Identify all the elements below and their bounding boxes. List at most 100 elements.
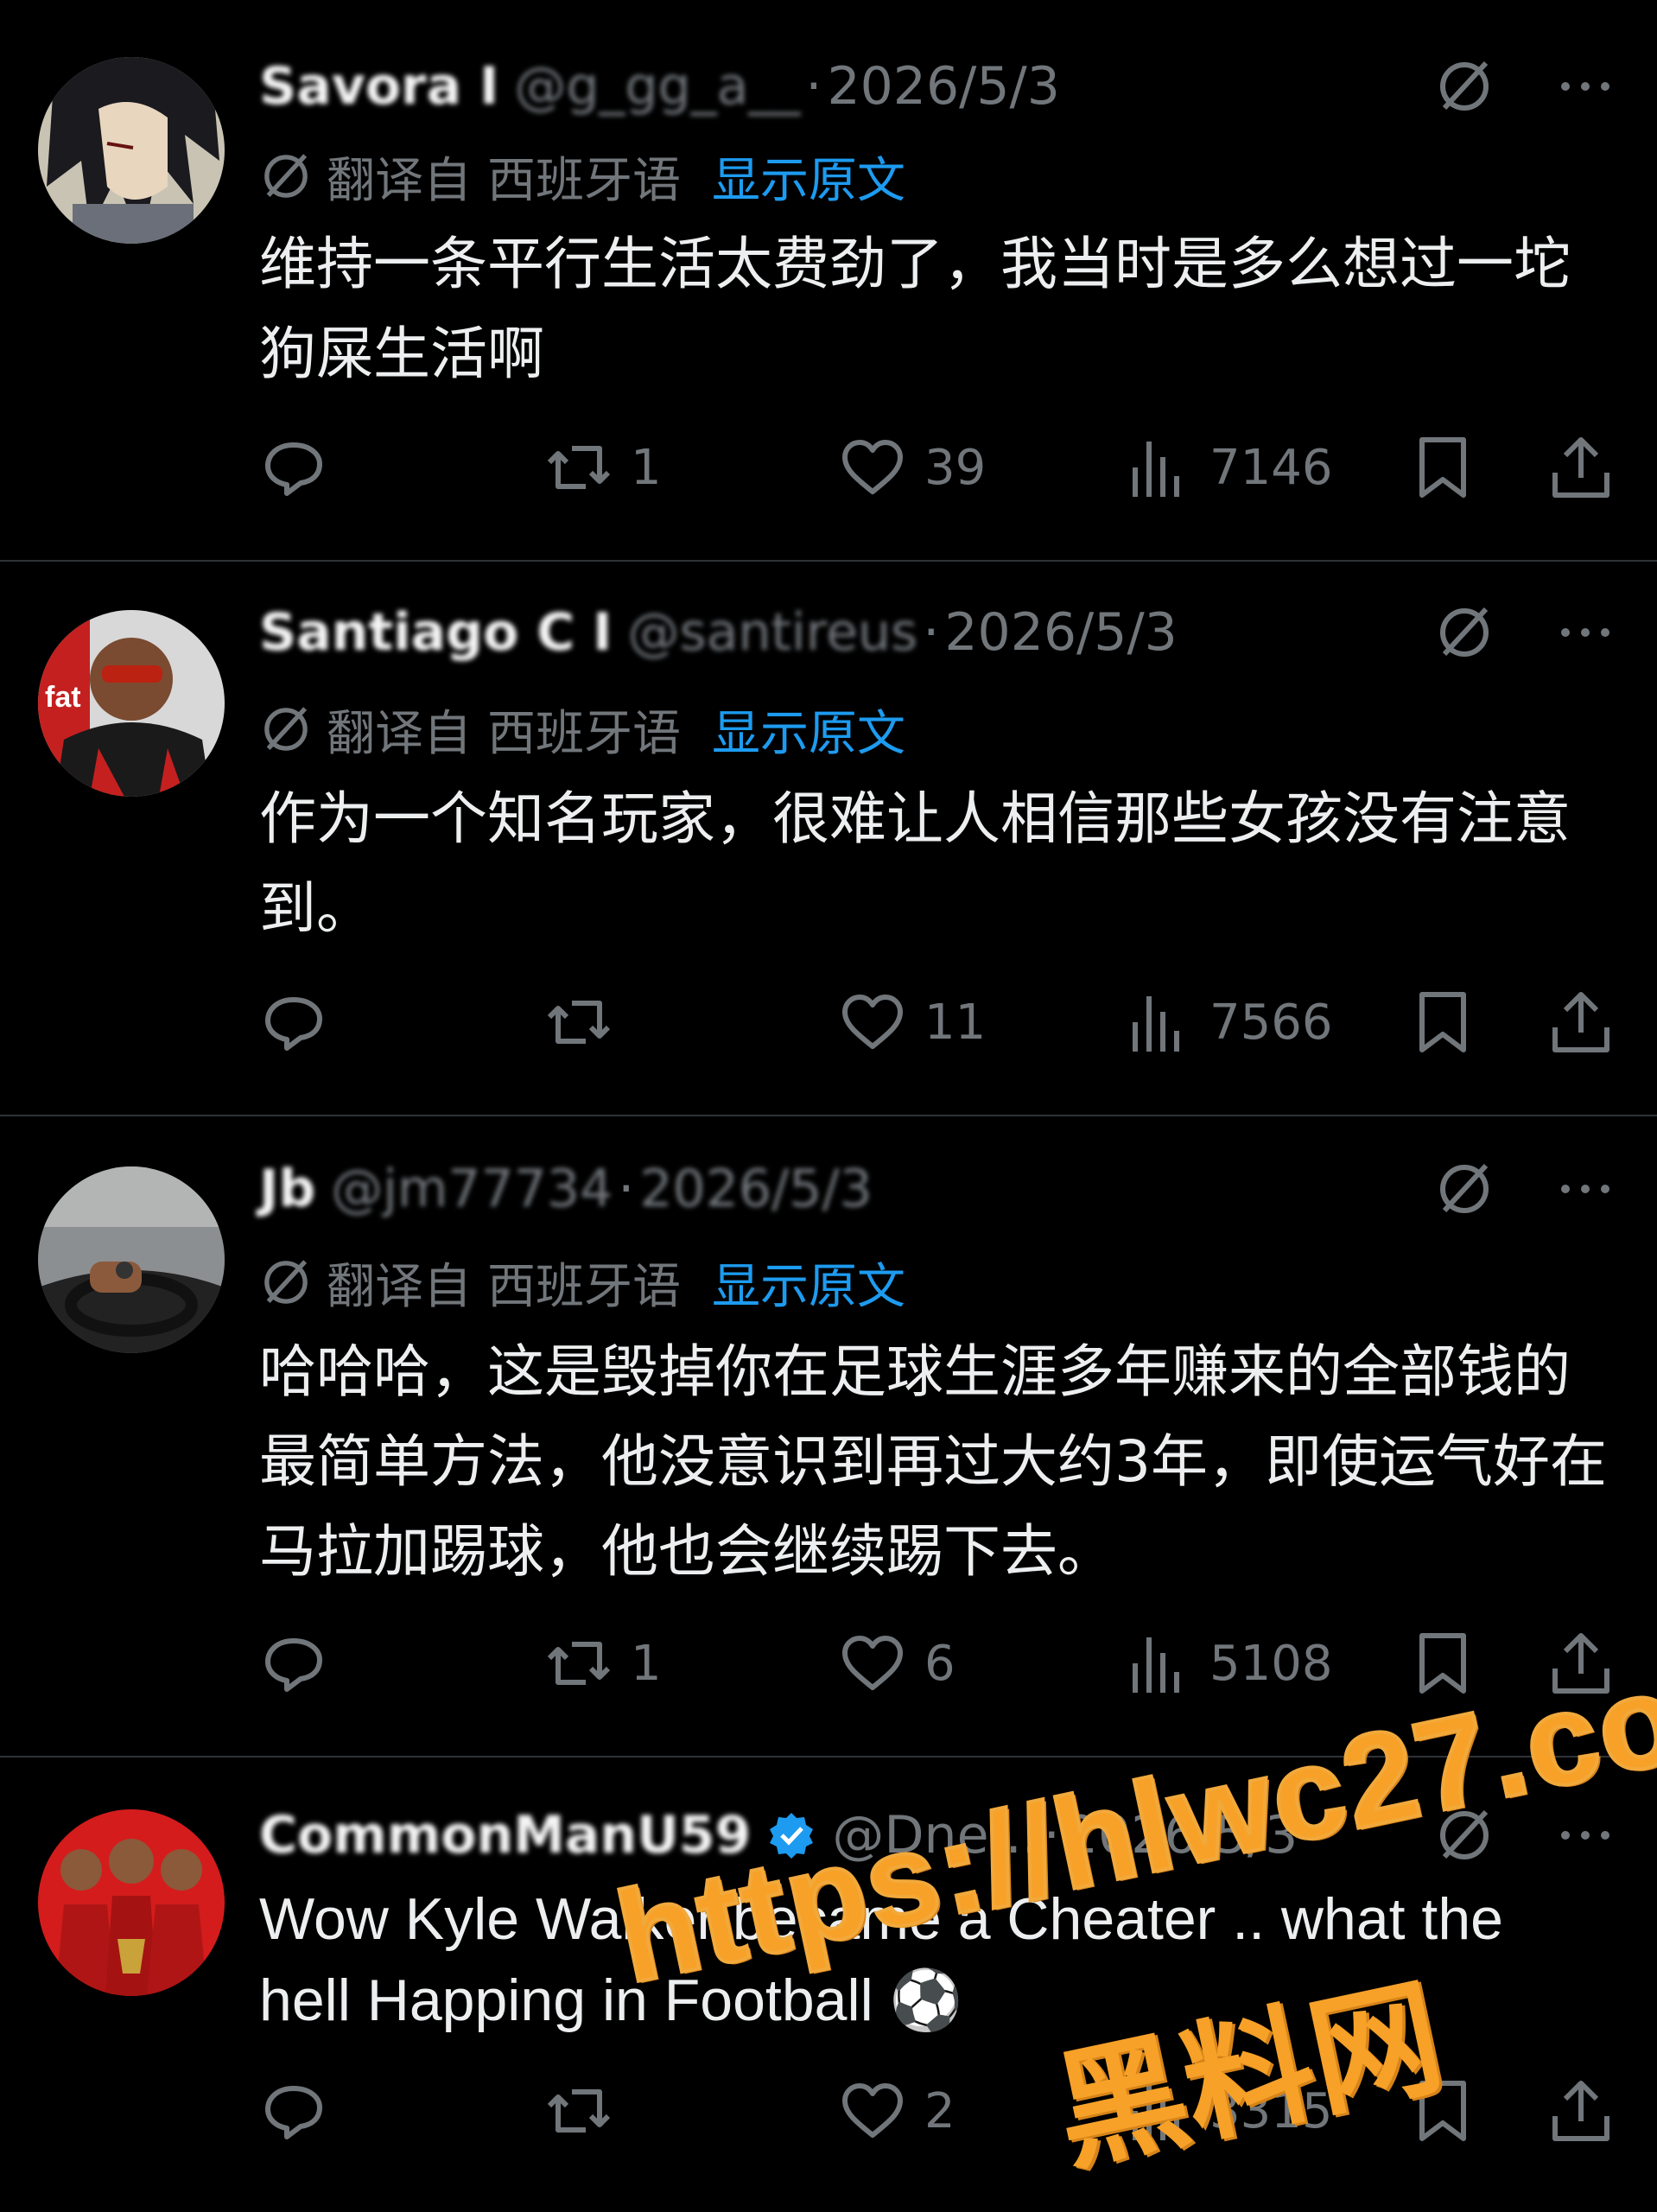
tweet-header: Savora I @g_gg_a__ · 2026/5/3 (259, 52, 1060, 121)
tweet-date[interactable]: 2026/5/3 (827, 56, 1059, 117)
reply-button[interactable] (259, 429, 346, 506)
reply-button[interactable] (259, 2072, 346, 2150)
retweet-count: 1 (631, 1635, 662, 1692)
user-handle[interactable]: @jm77734 (331, 1159, 613, 1219)
avatar-image (38, 57, 225, 244)
translate-icon[interactable] (1434, 1805, 1495, 1866)
tweet-header: Santiago C I @santireus · 2026/5/3 (259, 598, 1178, 667)
share-button[interactable] (1546, 429, 1616, 506)
bookmark-button[interactable] (1408, 1624, 1477, 1702)
header-icons (1434, 598, 1616, 667)
views-button[interactable]: 3315 (1123, 2072, 1333, 2150)
avatar[interactable] (38, 1166, 225, 1353)
like-count: 39 (924, 439, 987, 496)
translate-icon[interactable] (1434, 602, 1495, 663)
retweet-icon (547, 2089, 611, 2133)
reply-button[interactable] (259, 1624, 346, 1702)
views-count: 3315 (1209, 2082, 1333, 2139)
share-icon (1552, 992, 1609, 1052)
views-count: 7566 (1209, 994, 1333, 1051)
reply-icon (265, 442, 322, 496)
display-name[interactable]: CommonManU59 (259, 1805, 751, 1866)
tweet-date[interactable]: 2026/5/3 (944, 602, 1177, 663)
tweet-feed: Savora I @g_gg_a__ · 2026/5/3 翻译自 西班牙语 显… (0, 0, 1657, 2212)
more-icon[interactable] (1555, 1805, 1616, 1866)
views-icon (1133, 1637, 1179, 1693)
tweet[interactable]: Jb @jm77734 · 2026/5/3 翻译自 西班牙语 显示原文 哈哈哈… (0, 1116, 1657, 1756)
separator-dot: · (923, 602, 940, 663)
source-language: 西班牙语 (487, 1258, 681, 1315)
like-icon (842, 2083, 903, 2138)
views-icon (1133, 442, 1179, 497)
translate-icon (264, 154, 308, 198)
more-icon[interactable] (1555, 1159, 1616, 1219)
more-icon[interactable] (1555, 602, 1616, 663)
header-icons (1434, 1801, 1616, 1870)
share-button[interactable] (1546, 2072, 1616, 2150)
like-button[interactable]: 39 (838, 429, 986, 506)
like-button[interactable]: 11 (838, 983, 986, 1061)
bookmark-icon (1419, 2081, 1466, 2141)
display-name[interactable]: Jb (259, 1159, 315, 1219)
tweet-date[interactable]: 2026/5/3 (1065, 1805, 1298, 1866)
tweet-text: 维持一条平行生活太费劲了，我当时是多么想过一坨狗屎生活啊 (259, 231, 1571, 387)
like-count: 11 (924, 994, 987, 1051)
tweet-date[interactable]: 2026/5/3 (639, 1159, 872, 1219)
user-handle[interactable]: @g_gg_a__ (514, 56, 800, 117)
tweet[interactable]: CommonManU59 @Dne... · 2026/5/3 Wow Kyle… (0, 1758, 1657, 2212)
retweet-button[interactable]: 1 (544, 1624, 662, 1702)
source-language: 西班牙语 (487, 705, 681, 762)
header-icons (1434, 52, 1616, 121)
tweet[interactable]: fat Santiago C I @santireus · 2026/5/3 翻… (0, 562, 1657, 1115)
translate-icon[interactable] (1434, 1159, 1495, 1219)
tweet-text: Wow Kyle Walker became a Cheater .. what… (259, 1886, 1503, 2033)
views-icon (1133, 996, 1179, 1052)
avatar[interactable]: fat (38, 610, 225, 797)
tweet-actions: 1 39 7146 (259, 429, 1624, 506)
translated-from-label: 翻译自 (327, 705, 472, 762)
like-icon (842, 440, 903, 494)
like-button[interactable]: 6 (838, 1624, 955, 1702)
tweet-text: 作为一个知名玩家，很难让人相信那些女孩没有注意到。 (259, 785, 1571, 942)
avatar[interactable] (38, 1809, 225, 1996)
show-original-link[interactable]: 显示原文 (712, 695, 905, 765)
like-icon (842, 1636, 903, 1690)
avatar-image (38, 1166, 225, 1353)
show-original-link[interactable]: 显示原文 (712, 142, 905, 212)
views-count: 7146 (1209, 439, 1333, 496)
display-name[interactable]: Santiago C I (259, 602, 612, 663)
display-name[interactable]: Savora I (259, 56, 498, 117)
reply-icon (265, 2086, 322, 2139)
tweet[interactable]: Savora I @g_gg_a__ · 2026/5/3 翻译自 西班牙语 显… (0, 0, 1657, 562)
retweet-button[interactable]: 1 (544, 429, 662, 506)
bookmark-button[interactable] (1408, 983, 1477, 1061)
user-handle[interactable]: @santireus (627, 602, 917, 663)
bookmark-icon (1419, 1633, 1466, 1694)
like-button[interactable]: 2 (838, 2072, 955, 2150)
tweet-header: Jb @jm77734 · 2026/5/3 (259, 1154, 873, 1224)
translation-notice: 翻译自 西班牙语 显示原文 (259, 142, 905, 211)
show-original-link[interactable]: 显示原文 (712, 1248, 905, 1318)
reply-icon (265, 997, 322, 1051)
views-button[interactable]: 7146 (1123, 429, 1333, 506)
bookmark-button[interactable] (1408, 429, 1477, 506)
translate-icon[interactable] (1434, 56, 1495, 117)
translation-notice: 翻译自 西班牙语 显示原文 (259, 695, 905, 764)
views-button[interactable]: 5108 (1123, 1624, 1333, 1702)
views-button[interactable]: 7566 (1123, 983, 1333, 1061)
separator-dot: · (1043, 1805, 1060, 1866)
share-button[interactable] (1546, 1624, 1616, 1702)
reply-icon (265, 1638, 322, 1692)
user-handle[interactable]: @Dne... (832, 1805, 1038, 1866)
svg-text:fat: fat (45, 681, 81, 714)
tweet-actions: 11 7566 (259, 983, 1624, 1061)
avatar[interactable] (38, 57, 225, 244)
bookmark-button[interactable] (1408, 2072, 1477, 2150)
reply-button[interactable] (259, 983, 346, 1061)
retweet-button[interactable] (544, 983, 631, 1061)
more-icon[interactable] (1555, 56, 1616, 117)
bookmark-icon (1419, 437, 1466, 498)
retweet-button[interactable] (544, 2072, 631, 2150)
share-button[interactable] (1546, 983, 1616, 1061)
translated-from-label: 翻译自 (327, 152, 472, 209)
